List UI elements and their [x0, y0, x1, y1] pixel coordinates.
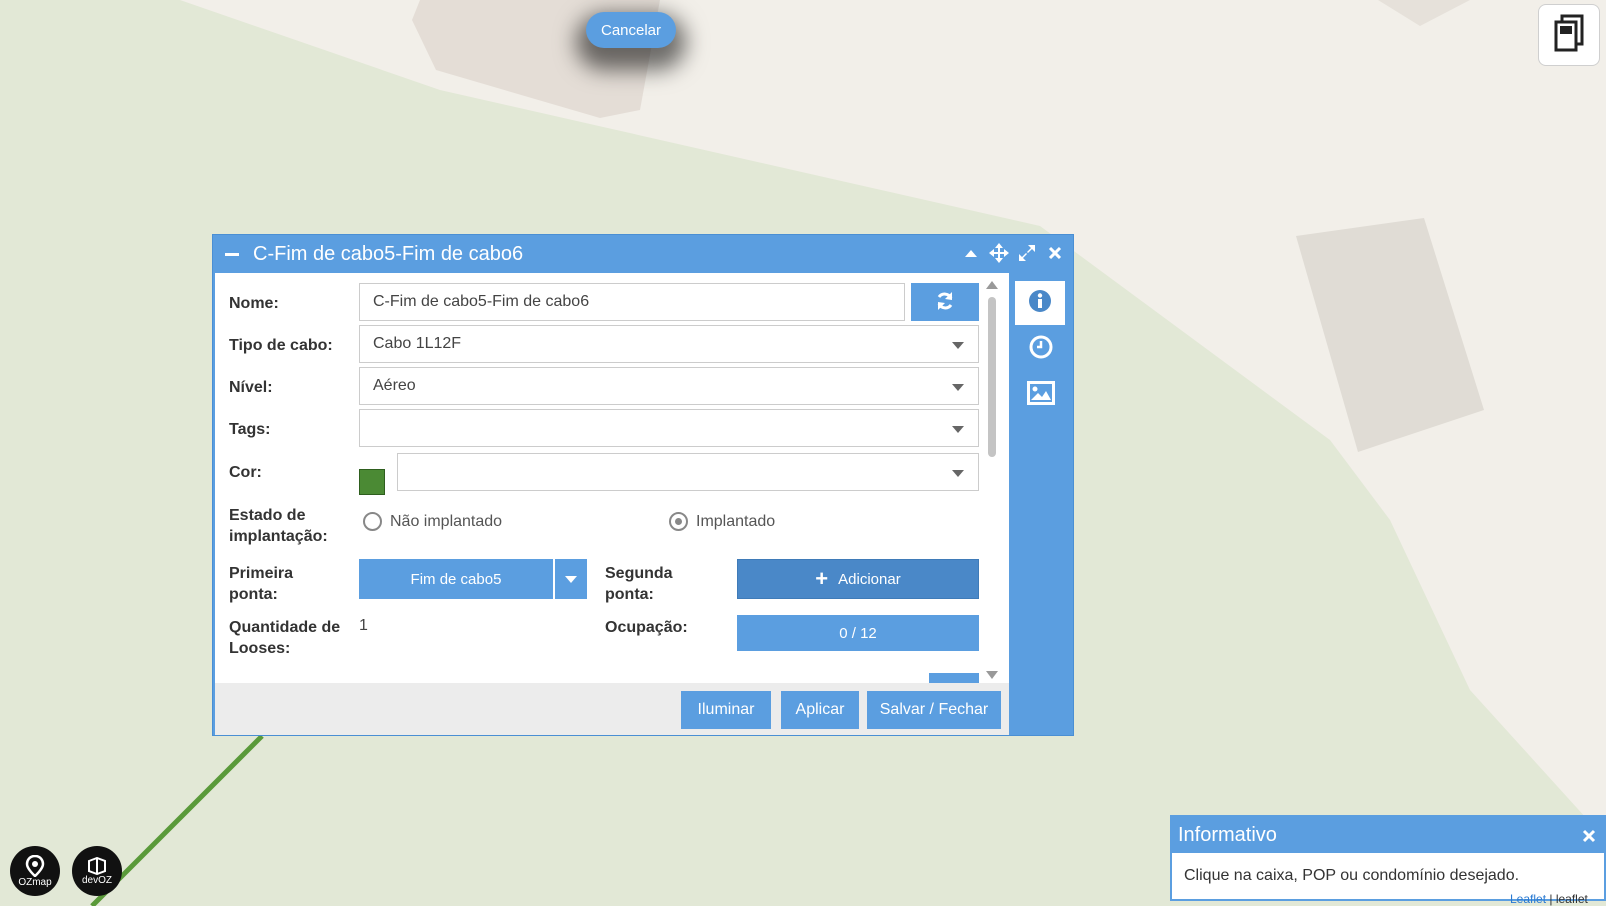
clock-icon	[1029, 335, 1053, 364]
ocupacao-label: Ocupação:	[605, 619, 688, 636]
radio-circle	[363, 512, 382, 531]
cor-select[interactable]	[397, 453, 979, 491]
dialog-body: Nome: C-Fim de cabo5-Fim de cabo6 Tipo d…	[215, 273, 1009, 683]
primeira-label-line1: Primeira	[229, 565, 294, 582]
color-swatch[interactable]	[359, 469, 385, 495]
radio-implantado-label: Implantado	[696, 512, 776, 530]
cor-label: Cor:	[229, 464, 262, 481]
chevron-down-icon	[952, 426, 964, 433]
primeira-ponta-dropdown[interactable]	[555, 559, 587, 599]
adicionar-button[interactable]: + Adicionar	[737, 559, 979, 599]
ocupacao-value: 0 / 12	[839, 624, 877, 642]
chevron-down-icon	[952, 470, 964, 477]
tab-info[interactable]	[1015, 281, 1065, 325]
tags-select[interactable]	[359, 409, 979, 447]
chevron-down-icon	[952, 384, 964, 391]
nivel-label: Nível:	[229, 379, 273, 396]
ozmap-logo[interactable]: OZmap	[10, 846, 60, 896]
refresh-button[interactable]	[911, 283, 979, 321]
info-close-icon[interactable]	[1582, 826, 1596, 849]
segunda-label-line2: ponta:	[605, 586, 654, 603]
chevron-down-icon	[952, 342, 964, 349]
collapse-icon[interactable]	[961, 243, 981, 263]
tab-images[interactable]	[1019, 373, 1063, 417]
move-icon[interactable]	[989, 243, 1009, 263]
minimize-icon[interactable]	[225, 252, 239, 256]
info-panel: Informativo Clique na caixa, POP ou cond…	[1170, 815, 1606, 901]
attribution-text: leaflet	[1555, 892, 1588, 906]
leaflet-link[interactable]: Leaflet	[1510, 892, 1546, 906]
segunda-label-line1: Segunda	[605, 565, 673, 582]
radio-circle-selected	[669, 512, 688, 531]
iluminar-button[interactable]: Iluminar	[681, 691, 771, 729]
image-icon	[1027, 380, 1055, 410]
nome-value: C-Fim de cabo5-Fim de cabo6	[373, 293, 590, 310]
refresh-icon	[935, 291, 955, 314]
nome-label: Nome:	[229, 295, 279, 312]
scroll-thumb[interactable]	[988, 297, 996, 457]
salvar-fechar-button[interactable]: Salvar / Fechar	[867, 691, 1001, 729]
map-attribution: Leaflet | leaflet	[1510, 892, 1588, 906]
cancel-button[interactable]: Cancelar	[586, 12, 676, 48]
layers-button[interactable]	[1538, 4, 1600, 66]
aplicar-button[interactable]: Aplicar	[781, 691, 859, 729]
tipo-select[interactable]: Cabo 1L12F	[359, 325, 979, 363]
info-icon	[1028, 289, 1052, 318]
tipo-label: Tipo de cabo:	[229, 337, 333, 354]
looses-label-line2: Looses:	[229, 640, 291, 657]
tipo-value: Cabo 1L12F	[373, 335, 462, 352]
ozmap-logo-text: OZmap	[18, 876, 52, 888]
info-title: Informativo	[1178, 823, 1277, 846]
radio-nao-implantado-label: Não implantado	[390, 512, 503, 530]
scrollbar[interactable]	[985, 281, 999, 679]
nome-input[interactable]: C-Fim de cabo5-Fim de cabo6	[359, 283, 905, 321]
close-icon[interactable]	[1045, 243, 1065, 263]
side-tabs	[1009, 273, 1073, 735]
adicionar-label: Adicionar	[838, 570, 901, 588]
attribution-sep: |	[1546, 892, 1556, 906]
devoz-logo[interactable]: devOZ	[72, 846, 122, 896]
chevron-down-icon	[565, 575, 577, 583]
expand-icon[interactable]	[1017, 243, 1037, 263]
estado-label-line2: implantação:	[229, 528, 328, 545]
estado-label-line1: Estado de	[229, 507, 306, 524]
dialog-footer: Iluminar Aplicar Salvar / Fechar	[215, 683, 1009, 735]
info-header: Informativo	[1172, 817, 1604, 853]
ocupacao-bar: 0 / 12	[737, 615, 979, 651]
cable-dialog: C-Fim de cabo5-Fim de cabo6 Nome: C-Fim …	[212, 234, 1074, 736]
partial-button[interactable]	[929, 673, 979, 683]
nivel-select[interactable]: Aéreo	[359, 367, 979, 405]
looses-value: 1	[359, 617, 368, 634]
dialog-title: C-Fim de cabo5-Fim de cabo6	[253, 242, 524, 265]
nivel-value: Aéreo	[373, 377, 416, 394]
plus-icon: +	[815, 566, 829, 591]
tab-history[interactable]	[1019, 327, 1063, 371]
scroll-down-icon[interactable]	[986, 671, 998, 679]
devoz-logo-text: devOZ	[81, 874, 112, 886]
layers-icon	[1552, 14, 1586, 57]
scroll-up-icon[interactable]	[986, 281, 998, 289]
tags-label: Tags:	[229, 421, 271, 438]
looses-label-line1: Quantidade de	[229, 619, 341, 636]
radio-nao-implantado[interactable]: Não implantado	[363, 512, 502, 531]
primeira-label-line2: ponta:	[229, 586, 278, 603]
primeira-ponta-button[interactable]: Fim de cabo5	[359, 559, 553, 599]
dialog-header[interactable]: C-Fim de cabo5-Fim de cabo6	[213, 235, 1073, 273]
radio-implantado[interactable]: Implantado	[669, 512, 775, 531]
